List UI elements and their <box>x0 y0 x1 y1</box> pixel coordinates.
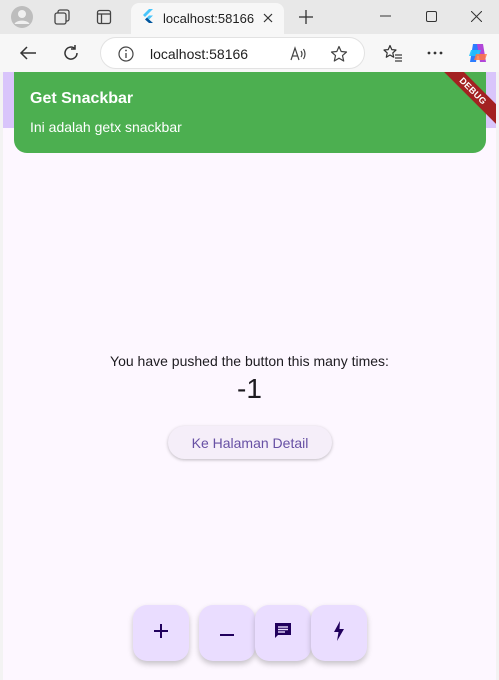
workspaces-icon[interactable] <box>49 5 75 29</box>
counter-label: You have pushed the button this many tim… <box>110 353 389 369</box>
message-icon <box>273 621 293 646</box>
browser-toolbar: localhost:58166 <box>0 34 499 72</box>
vertical-tabs-icon[interactable] <box>91 5 117 29</box>
browser-tab-strip: localhost:58166 <box>0 0 499 34</box>
maximize-icon[interactable] <box>408 0 454 32</box>
counter-value: -1 <box>237 373 262 404</box>
reload-icon[interactable] <box>56 39 86 67</box>
site-info-icon[interactable] <box>117 45 135 63</box>
copilot-icon[interactable] <box>463 39 493 67</box>
favorite-star-icon[interactable] <box>330 45 348 63</box>
new-tab-icon[interactable] <box>293 5 319 29</box>
action-button[interactable] <box>311 605 367 661</box>
snackbar[interactable]: Get Snackbar Ini adalah getx snackbar <box>14 72 486 153</box>
app-viewport: Get Snackbar Ini adalah getx snackbar DE… <box>3 72 496 680</box>
address-bar[interactable]: localhost:58166 <box>100 37 365 69</box>
decrement-button[interactable] <box>199 605 255 661</box>
increment-button[interactable] <box>133 605 189 661</box>
lightning-icon <box>333 620 345 646</box>
tab-title: localhost:58166 <box>163 11 255 26</box>
favorites-icon[interactable] <box>378 39 408 67</box>
snackbar-button[interactable] <box>255 605 311 661</box>
back-icon[interactable] <box>13 39 43 67</box>
close-window-icon[interactable] <box>453 0 499 32</box>
read-aloud-icon[interactable] <box>290 45 308 63</box>
minimize-icon[interactable] <box>362 0 408 32</box>
active-tab[interactable]: localhost:58166 <box>131 3 284 34</box>
more-options-icon[interactable] <box>420 39 450 67</box>
flutter-favicon-icon <box>142 9 154 28</box>
url-text: localhost:58166 <box>150 46 249 62</box>
profile-avatar-icon[interactable] <box>9 5 35 29</box>
snackbar-message: Ini adalah getx snackbar <box>30 119 182 135</box>
plus-icon <box>153 623 169 644</box>
snackbar-title: Get Snackbar <box>30 90 134 107</box>
minus-icon <box>219 624 235 642</box>
close-tab-icon[interactable] <box>260 10 276 26</box>
detail-page-button[interactable]: Ke Halaman Detail <box>168 426 332 459</box>
